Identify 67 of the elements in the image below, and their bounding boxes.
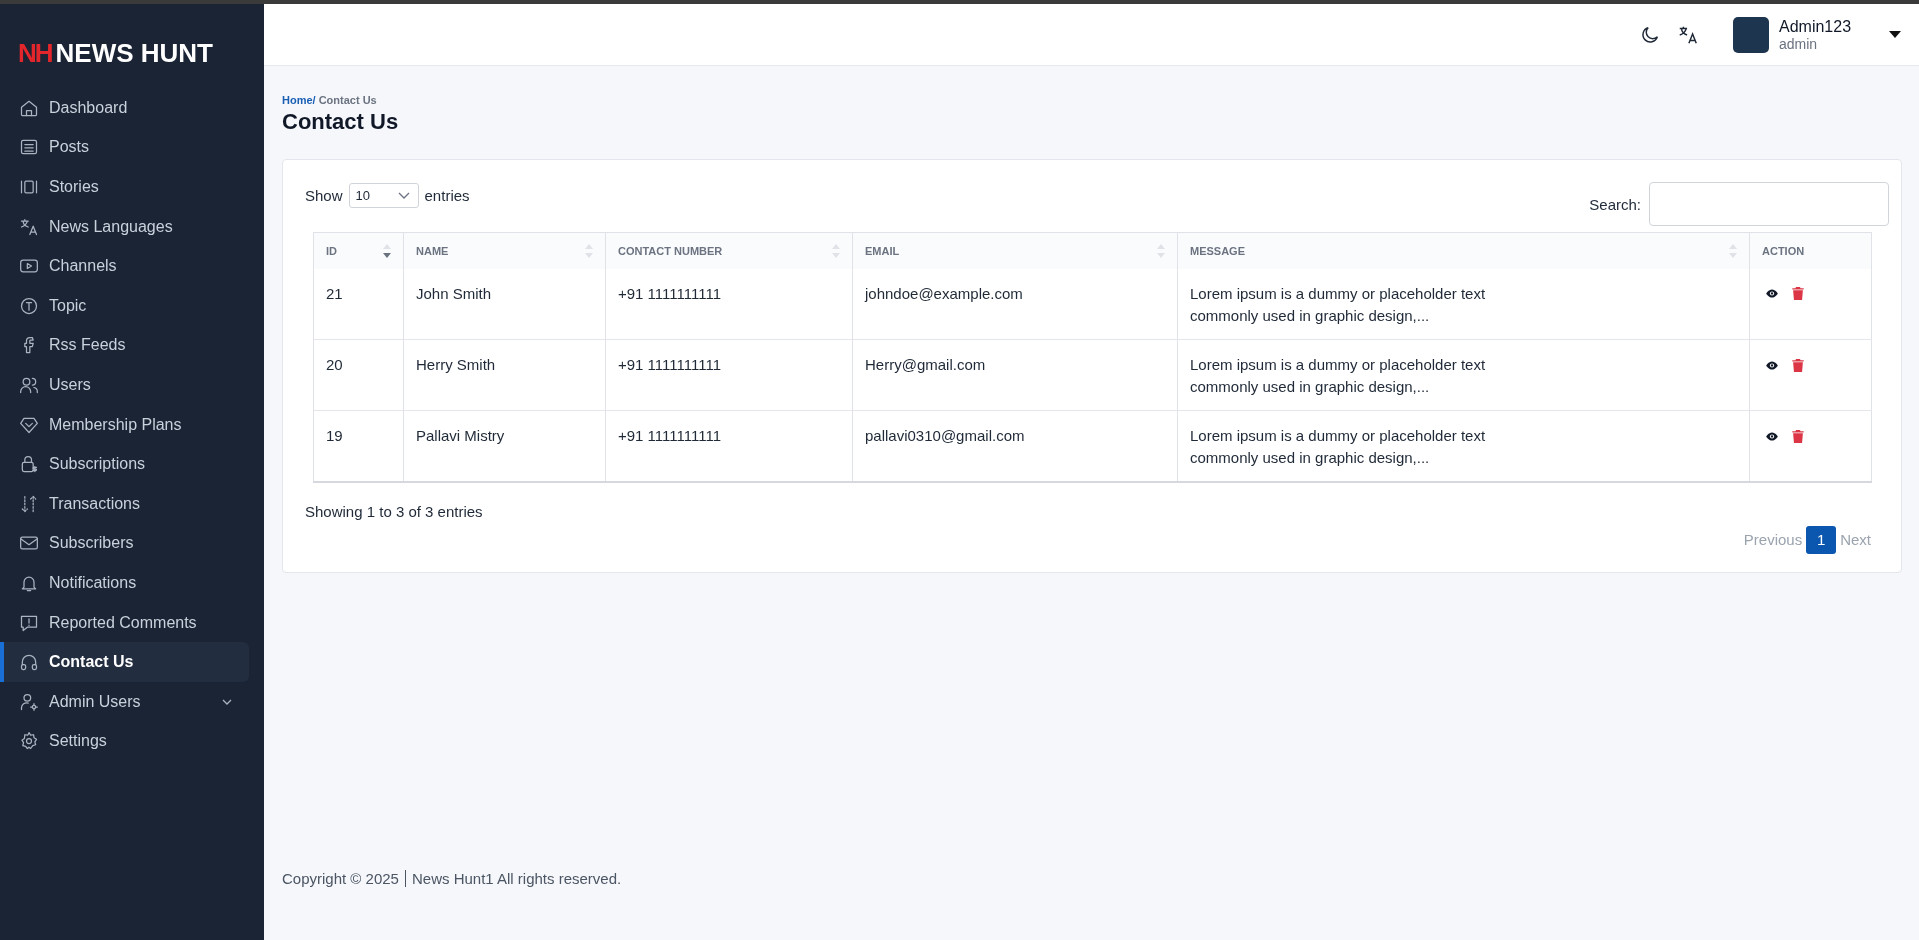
table-cell: 21 xyxy=(326,284,343,302)
settings-icon xyxy=(19,731,39,752)
sidebar-item[interactable]: News Languages xyxy=(0,206,249,247)
show-label: Show xyxy=(305,187,343,204)
sidebar-item[interactable]: Reported Comments xyxy=(0,602,249,643)
user-role: admin xyxy=(1779,35,1819,52)
trash-icon xyxy=(1791,287,1805,300)
column-header[interactable]: MESSAGE xyxy=(1177,232,1750,269)
logo-mark: NH xyxy=(18,37,52,69)
eye-icon xyxy=(1765,287,1779,300)
sidebar-item[interactable]: Stories xyxy=(0,167,249,207)
entries-label: entries xyxy=(424,187,470,204)
headphones-icon xyxy=(19,652,39,673)
table-cell: Herry Smith xyxy=(416,356,496,373)
lock-icon xyxy=(19,454,39,475)
table-cell: +91 1111111111 xyxy=(618,356,721,373)
footer-text: News Hunt1 All rights reserved. xyxy=(411,870,622,887)
user-name: Admin123 xyxy=(1779,17,1853,36)
sidebar-item[interactable]: Contact Us xyxy=(0,642,249,682)
table-cell: John Smith xyxy=(416,284,492,302)
table-cell: johndoe@example.com xyxy=(865,284,1023,302)
column-header[interactable]: EMAIL xyxy=(852,232,1178,269)
search-label: Search: xyxy=(1589,195,1641,213)
table-cell-text: Lorem ipsum is a dummy or placeholder text commonly used in graphic design,... xyxy=(1190,426,1487,468)
table-cell: pallavi0310@gmail.com xyxy=(865,427,1025,444)
trash-icon xyxy=(1791,358,1805,372)
column-header[interactable]: ID xyxy=(313,232,404,269)
avatar xyxy=(1733,16,1769,53)
translate-icon xyxy=(19,216,39,237)
sidebar-item[interactable]: Transactions xyxy=(0,483,249,524)
sidebar-item[interactable]: Subscriptions xyxy=(0,444,249,484)
page-size-select[interactable]: 10 xyxy=(348,183,419,208)
sidebar-item[interactable]: Subscribers xyxy=(0,523,249,564)
table-cell: 20 xyxy=(326,356,343,373)
user-gear-icon xyxy=(19,691,39,712)
trash-icon xyxy=(1791,429,1805,443)
page-button[interactable]: 1 xyxy=(1806,525,1837,554)
table-cell: +91 1111111111 xyxy=(618,427,721,444)
table-cell: Herry@gmail.com xyxy=(865,356,986,373)
sidebar-item[interactable]: Rss Feeds xyxy=(0,325,249,366)
table-cell: 19 xyxy=(326,427,343,444)
chevron-down-icon xyxy=(397,192,410,200)
breadcrumb-current: Contact Us xyxy=(318,94,377,106)
column-header[interactable]: NAME xyxy=(403,232,606,269)
sidebar-item[interactable]: Dashboard xyxy=(0,88,249,128)
table-cell: Pallavi Mistry xyxy=(416,427,505,444)
sidebar-item[interactable]: Admin Users xyxy=(0,681,249,722)
sidebar-item[interactable]: Posts xyxy=(0,127,249,168)
sidebar-item[interactable]: Channels xyxy=(0,246,249,286)
sidebar-item[interactable]: Membership Plans xyxy=(0,404,249,445)
table-cell-text: Lorem ipsum is a dummy or placeholder text commonly used in graphic design,... xyxy=(1190,355,1487,397)
letter-t-icon xyxy=(19,295,39,316)
sidebar-item[interactable]: Notifications xyxy=(0,563,249,603)
search-field[interactable] xyxy=(1649,182,1889,226)
table-cell-text: Lorem ipsum is a dummy or placeholder text commonly used in graphic design,... xyxy=(1190,283,1487,326)
copyright-text: Copyright © 2025 xyxy=(282,870,399,887)
table-cell: +91 1111111111 xyxy=(618,284,721,302)
column-header[interactable]: CONTACT NUMBER xyxy=(605,232,853,269)
page-title: Contact Us xyxy=(282,109,400,135)
table-info: Showing 1 to 3 of 3 entries xyxy=(305,502,484,520)
column-header: ACTION xyxy=(1749,232,1872,269)
breadcrumb-link[interactable]: Home/ xyxy=(282,94,316,106)
sidebar-item[interactable]: Users xyxy=(0,365,249,405)
caret-icon[interactable] xyxy=(1889,30,1901,39)
sidebar-item[interactable]: Topic xyxy=(0,285,249,326)
logo-text: NEWS HUNT xyxy=(55,37,213,69)
sidebar-item[interactable]: Settings xyxy=(0,721,249,762)
